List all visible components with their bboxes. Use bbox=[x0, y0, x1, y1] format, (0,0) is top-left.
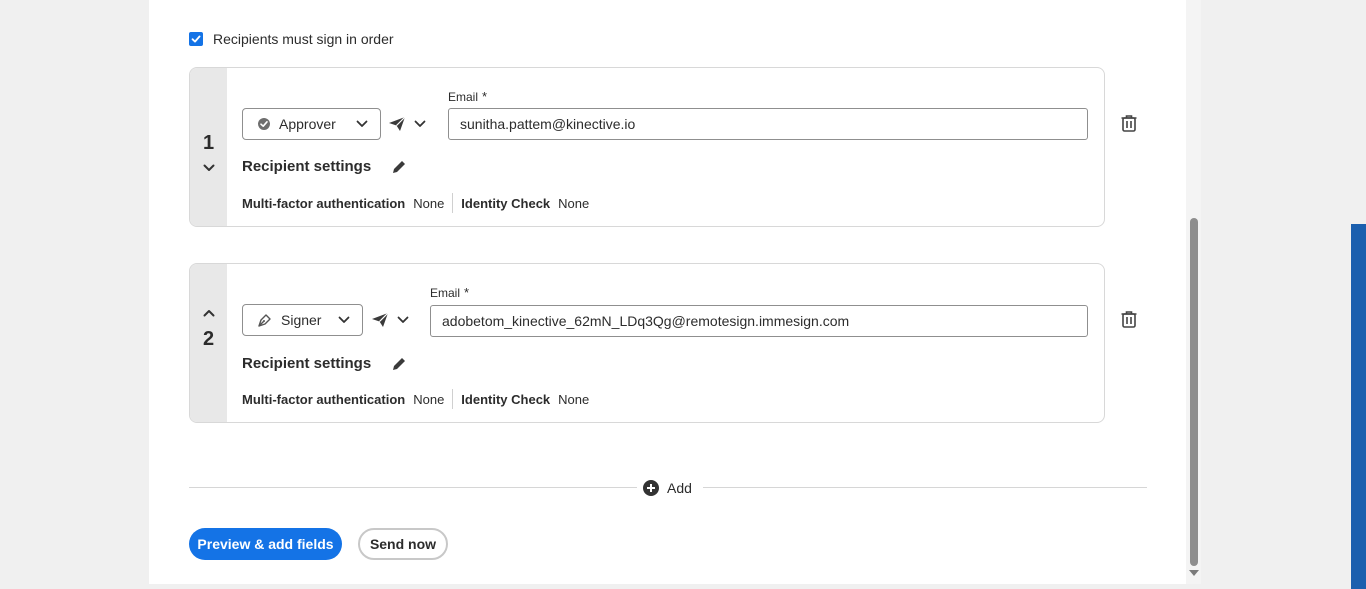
delivery-method-dropdown[interactable] bbox=[371, 304, 409, 336]
role-label: Signer bbox=[281, 312, 322, 328]
mfa-label: Multi-factor authentication bbox=[242, 391, 406, 407]
delivery-method-dropdown[interactable] bbox=[388, 108, 426, 140]
scroll-down-arrow[interactable] bbox=[1189, 570, 1199, 576]
email-label: Email * bbox=[448, 89, 488, 104]
divider bbox=[189, 487, 637, 488]
move-down-chevron-icon[interactable] bbox=[202, 161, 216, 175]
chevron-down-icon bbox=[397, 316, 409, 323]
checkmark-icon bbox=[191, 35, 201, 43]
mfa-label: Multi-factor authentication bbox=[242, 195, 406, 211]
recipient-settings-summary: Multi-factor authentication None Identit… bbox=[242, 389, 589, 409]
identity-check-label: Identity Check bbox=[461, 195, 551, 211]
scrollbar-thumb[interactable] bbox=[1190, 218, 1198, 566]
send-plane-icon bbox=[389, 116, 406, 131]
check-circle-icon bbox=[258, 118, 270, 130]
preview-add-fields-button[interactable]: Preview & add fields bbox=[189, 528, 342, 560]
recipient-settings-header: Recipient settings bbox=[242, 355, 407, 372]
send-now-button[interactable]: Send now bbox=[358, 528, 448, 560]
add-recipient-button[interactable]: Add bbox=[643, 478, 692, 498]
role-dropdown[interactable]: Signer bbox=[242, 304, 363, 336]
sign-in-order-option[interactable]: Recipients must sign in order bbox=[189, 30, 394, 48]
email-field[interactable] bbox=[448, 108, 1088, 140]
recipient-settings-title: Recipient settings bbox=[242, 158, 372, 175]
send-plane-icon bbox=[372, 312, 389, 327]
identity-check-value: None bbox=[558, 391, 590, 407]
mfa-value: None bbox=[413, 195, 445, 211]
recipient-settings-summary: Multi-factor authentication None Identit… bbox=[242, 193, 589, 213]
move-up-chevron-icon[interactable] bbox=[202, 306, 216, 320]
recipient-number: 2 bbox=[202, 328, 215, 350]
required-asterisk: * bbox=[482, 89, 488, 104]
required-asterisk: * bbox=[464, 285, 470, 300]
sign-in-order-label: Recipients must sign in order bbox=[213, 31, 394, 47]
divider bbox=[703, 487, 1147, 488]
recipient-card-1: 1 Approver Email* Recipient settings Mul… bbox=[189, 67, 1105, 227]
identity-check-value: None bbox=[558, 195, 590, 211]
edit-pencil-icon[interactable] bbox=[391, 356, 407, 372]
pen-nib-icon bbox=[258, 314, 271, 327]
role-dropdown[interactable]: Approver bbox=[242, 108, 381, 140]
mfa-value: None bbox=[413, 391, 445, 407]
recipient-settings-title: Recipient settings bbox=[242, 355, 372, 372]
chevron-down-icon bbox=[414, 120, 426, 127]
sign-in-order-checkbox[interactable] bbox=[189, 32, 203, 46]
plus-circle-icon bbox=[643, 480, 659, 496]
email-field[interactable] bbox=[430, 305, 1088, 337]
recipient-settings-header: Recipient settings bbox=[242, 158, 407, 175]
divider bbox=[452, 389, 454, 409]
add-recipient-row: Add bbox=[189, 478, 1147, 498]
role-label: Approver bbox=[279, 116, 336, 132]
recipient-number: 1 bbox=[202, 132, 215, 154]
side-panel-edge bbox=[1351, 224, 1366, 589]
chevron-down-icon bbox=[356, 120, 368, 127]
delete-trash-icon[interactable] bbox=[1120, 114, 1138, 132]
add-label: Add bbox=[667, 480, 692, 496]
identity-check-label: Identity Check bbox=[461, 391, 551, 407]
divider bbox=[452, 193, 454, 213]
chevron-down-icon bbox=[338, 316, 350, 323]
email-label: Email * bbox=[430, 285, 470, 300]
edit-pencil-icon[interactable] bbox=[391, 159, 407, 175]
recipient-card-2: 2 Signer Email* Recipient settings Multi… bbox=[189, 263, 1105, 423]
delete-trash-icon[interactable] bbox=[1120, 310, 1138, 328]
